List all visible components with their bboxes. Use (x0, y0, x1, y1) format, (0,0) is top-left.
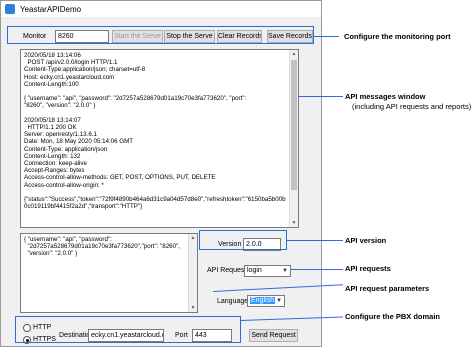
api-messages-window[interactable]: 2020/05/18 13:14:06 POST /api/v2.0.0/log… (20, 49, 299, 228)
scroll-down-icon[interactable]: ▼ (189, 304, 197, 312)
version-annotation: API version (345, 236, 387, 245)
request-params-textarea[interactable]: { "username": "api", "password": "2d7257… (20, 233, 198, 313)
params-annotation: API request parameters (345, 284, 430, 293)
params-scrollbar[interactable]: ▲ ▼ (188, 234, 197, 312)
app-icon (5, 4, 15, 14)
scroll-down-icon[interactable]: ▼ (290, 219, 298, 227)
app-window: YeastarAPIDemo Monitor 8260 Start the Se… (0, 0, 322, 347)
version-highlight-box (199, 230, 287, 250)
messages-pointer-line (298, 96, 343, 97)
chevron-down-icon[interactable]: ▼ (275, 297, 283, 305)
messages-scrollbar[interactable]: ▲ ▼ (289, 50, 298, 227)
send-request-button[interactable]: Send Request (249, 329, 298, 342)
scrollbar-thumb[interactable] (291, 60, 297, 190)
requests-pointer-line (291, 269, 343, 270)
api-request-value: login (247, 267, 262, 274)
api-request-select[interactable]: login ▼ (244, 265, 291, 277)
monitor-highlight-box (7, 26, 314, 44)
port-pointer-line (314, 36, 339, 37)
title-bar: YeastarAPIDemo (1, 1, 321, 17)
requests-annotation: API requests (345, 264, 391, 273)
scroll-up-icon[interactable]: ▲ (290, 50, 298, 58)
configure-port-annotation: Configure the monitoring port (344, 32, 451, 41)
scroll-up-icon[interactable]: ▲ (189, 234, 197, 242)
language-label: Language (217, 298, 249, 305)
version-pointer-line (287, 240, 343, 241)
api-request-label: API Request (207, 267, 247, 274)
messages-annotation: API messages window (345, 92, 426, 101)
domain-highlight-box (15, 316, 241, 343)
chevron-down-icon[interactable]: ▼ (281, 267, 289, 275)
language-select[interactable]: English ▼ (247, 295, 285, 307)
language-value: English (250, 297, 275, 304)
messages-annotation-sub: (including API requests and reports) (352, 102, 472, 111)
domain-annotation: Configure the PBX domain (345, 312, 441, 321)
window-title: YeastarAPIDemo (20, 4, 82, 14)
